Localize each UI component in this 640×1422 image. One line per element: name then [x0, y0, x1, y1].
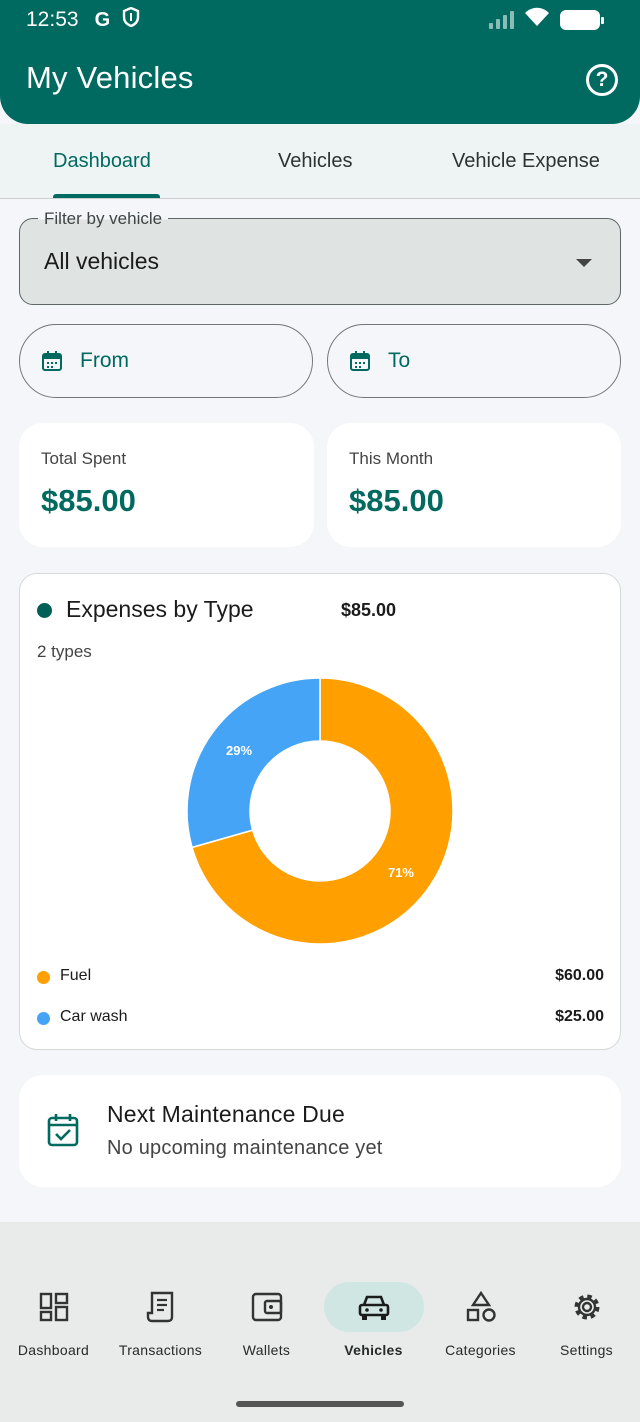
help-icon[interactable]: ?	[586, 64, 618, 96]
wifi-icon	[524, 7, 550, 33]
from-date-button[interactable]: From	[19, 324, 313, 398]
nav-label: Vehicles	[344, 1342, 403, 1358]
car-icon	[323, 1282, 424, 1332]
legend-item-car-wash: Car wash $25.00	[37, 1006, 604, 1030]
dashboard-icon	[4, 1282, 104, 1332]
tab-dashboard[interactable]: Dashboard	[53, 150, 151, 173]
expenses-by-type-card: Expenses by Type $85.00 2 types 71% 29% F…	[19, 573, 621, 1050]
app-bar: 12:53 G My Vehicles ?	[0, 0, 640, 124]
shapes-icon	[431, 1282, 531, 1332]
maintenance-subtitle: No upcoming maintenance yet	[107, 1137, 383, 1159]
nav-vehicles[interactable]: Vehicles	[320, 1282, 427, 1362]
nav-label: Transactions	[118, 1342, 203, 1358]
nav-wallets[interactable]: Wallets	[213, 1282, 320, 1362]
vehicle-filter-dropdown[interactable]: Filter by vehicle All vehicles	[19, 209, 621, 305]
this-month-label: This Month	[349, 449, 434, 468]
donut-slice-car-wash[interactable]	[186, 677, 321, 849]
nav-transactions[interactable]: Transactions	[107, 1282, 214, 1362]
filter-label: Filter by vehicle	[38, 209, 169, 229]
google-icon: G	[94, 8, 111, 31]
battery-icon	[560, 10, 604, 30]
wallet-icon	[217, 1282, 317, 1332]
nav-label: Categories	[445, 1342, 516, 1358]
total-spent-value: $85.00	[41, 483, 136, 518]
nav-label: Dashboard	[17, 1342, 90, 1358]
filter-value: All vehicles	[44, 248, 160, 274]
this-month-value: $85.00	[349, 483, 444, 518]
home-gesture-bar[interactable]	[236, 1401, 404, 1407]
tab-indicator	[53, 194, 160, 198]
dropdown-arrow-icon	[576, 259, 592, 267]
to-date-button[interactable]: To	[327, 324, 621, 398]
nav-settings[interactable]: Settings	[533, 1282, 640, 1362]
this-month-card: This Month $85.00	[327, 423, 621, 547]
receipt-icon	[111, 1282, 211, 1332]
maintenance-title: Next Maintenance Due	[107, 1101, 345, 1127]
donut-percent-label: 71%	[388, 865, 414, 880]
legend-amount-car-wash: $25.00	[555, 1008, 604, 1025]
tab-bar: Dashboard Vehicles Vehicle Expense	[0, 124, 640, 199]
tabs-fade	[600, 124, 640, 198]
page-title: My Vehicles	[26, 60, 194, 95]
legend-swatch-fuel	[37, 971, 50, 984]
nav-label: Settings	[560, 1342, 613, 1358]
gear-icon	[537, 1282, 637, 1332]
legend-swatch-car-wash	[37, 1012, 50, 1025]
from-label: From	[80, 349, 129, 372]
legend-label-fuel: Fuel	[60, 967, 92, 984]
nav-label: Wallets	[242, 1342, 291, 1358]
total-spent-label: Total Spent	[41, 449, 127, 468]
tab-vehicles[interactable]: Vehicles	[278, 150, 353, 173]
legend-label-car-wash: Car wash	[60, 1008, 128, 1025]
donut-percent-label: 29%	[226, 743, 252, 758]
status-time: 12:53	[26, 8, 79, 31]
calendar-check-icon	[47, 1113, 79, 1152]
status-bar: 12:53 G	[26, 6, 604, 34]
tab-vehicle-expense[interactable]: Vehicle Expense	[452, 150, 600, 173]
to-label: To	[388, 349, 411, 372]
total-spent-card: Total Spent $85.00	[19, 423, 314, 547]
nav-dashboard[interactable]: Dashboard	[0, 1282, 107, 1362]
calendar-icon	[350, 351, 370, 371]
legend-item-fuel: Fuel $60.00	[37, 965, 604, 989]
bottom-navigation: Dashboard Transactions Wallets Vehicles …	[0, 1222, 640, 1422]
next-maintenance-card[interactable]: Next Maintenance Due No upcoming mainten…	[19, 1075, 621, 1187]
signal-icon	[489, 11, 514, 29]
donut-chart: 71% 29%	[186, 677, 454, 945]
shield-icon	[122, 6, 140, 33]
nav-categories[interactable]: Categories	[427, 1282, 534, 1362]
calendar-icon	[42, 351, 62, 371]
legend-amount-fuel: $60.00	[555, 967, 604, 984]
